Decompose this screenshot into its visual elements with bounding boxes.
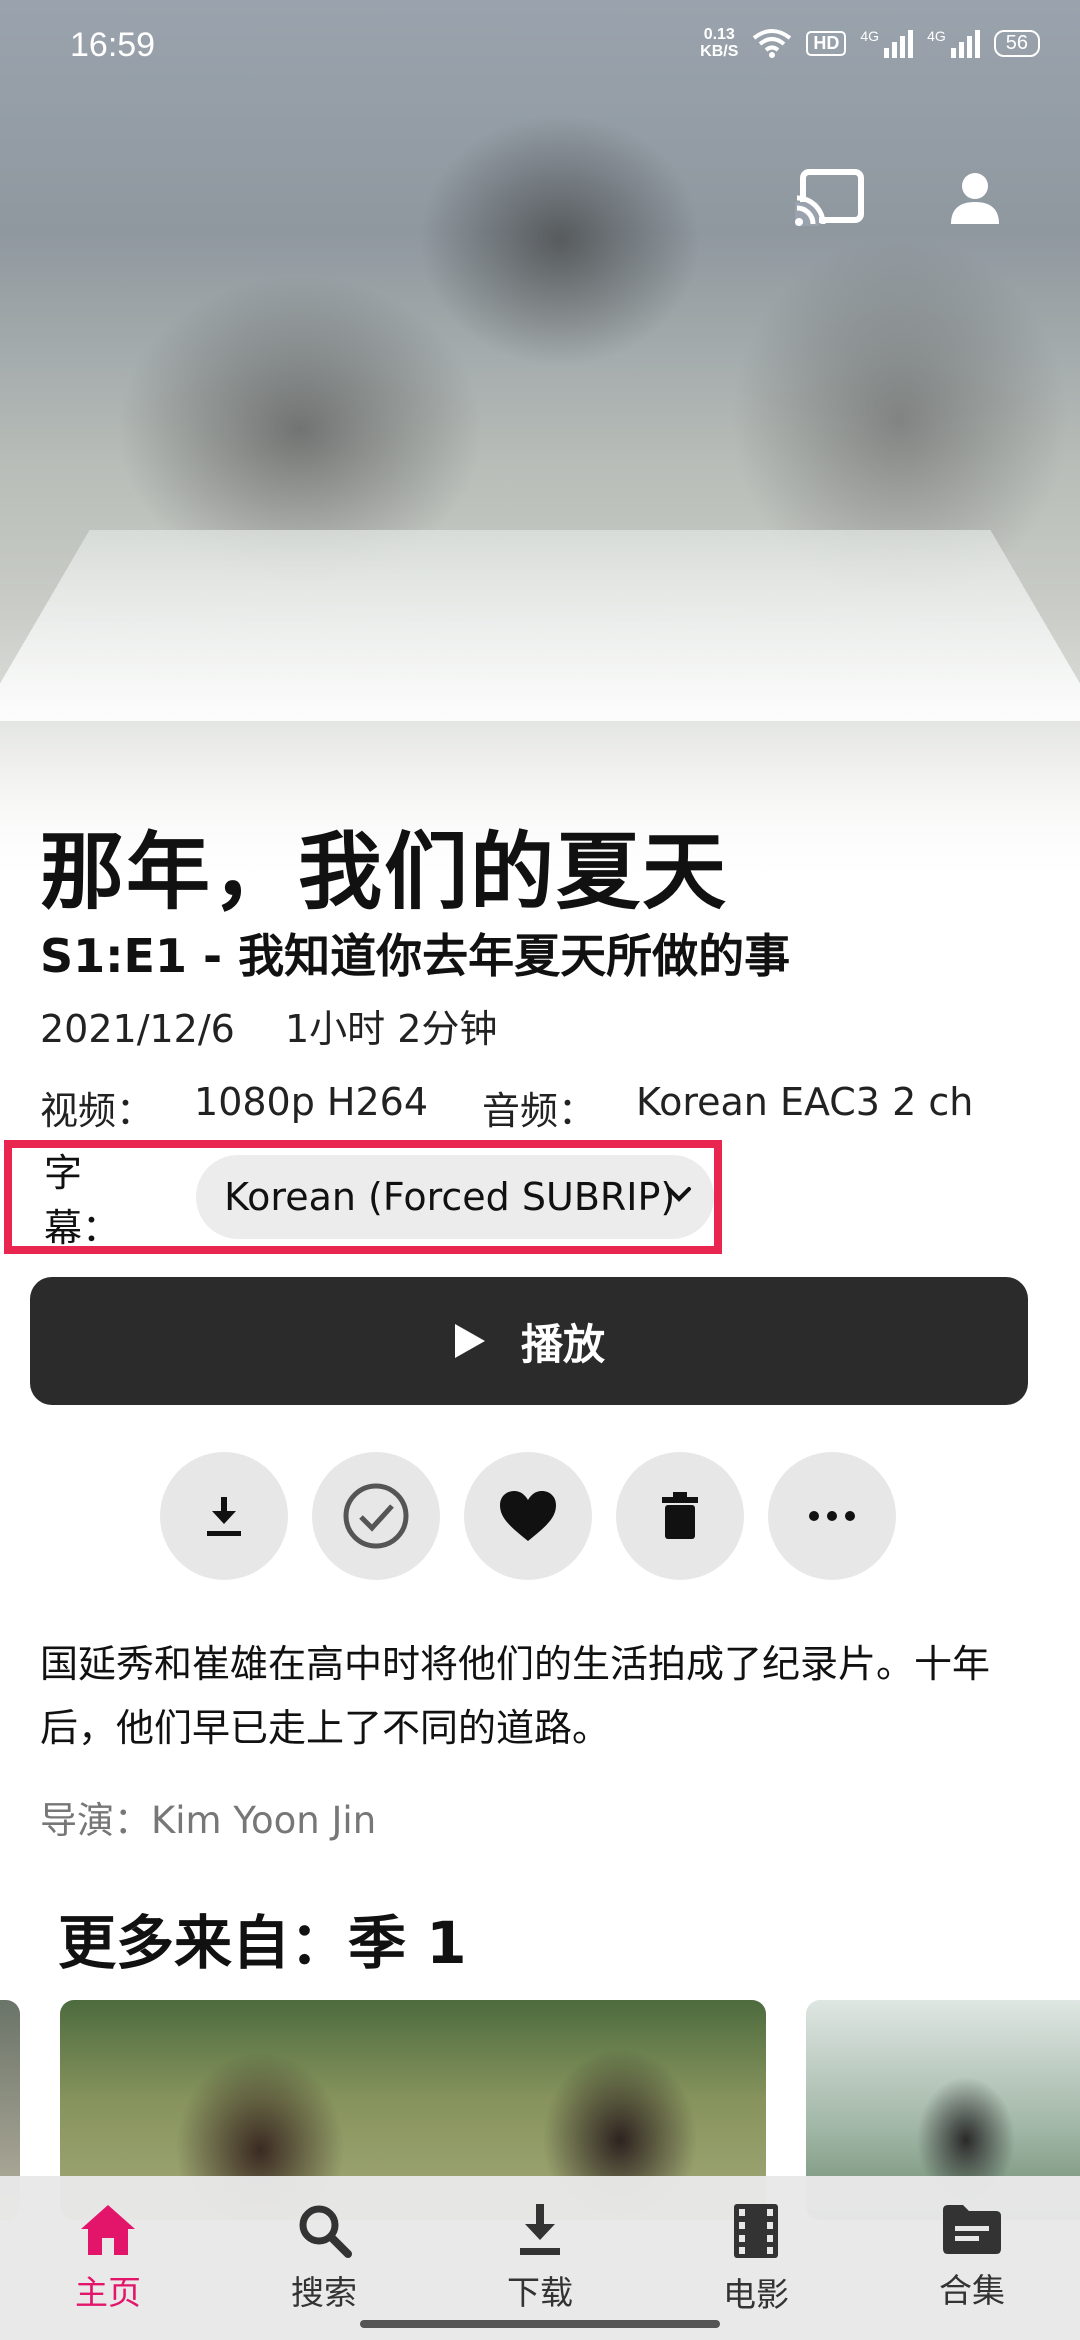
- cast-icon[interactable]: [793, 168, 865, 228]
- media-info: 视频： 1080p H264 音频： Korean EAC3 2 ch: [40, 1080, 973, 1135]
- wifi-icon: [752, 28, 792, 58]
- film-icon: [730, 2202, 782, 2260]
- nav-movies[interactable]: 电影: [648, 2176, 864, 2340]
- nav-home[interactable]: 主页: [0, 2176, 216, 2340]
- battery-icon: 56: [994, 30, 1040, 57]
- episode-title: S1:E1 - 我知道你去年夏天所做的事: [40, 920, 790, 986]
- hd-badge: HD: [806, 31, 846, 56]
- status-bar: 16:59 0.13 KB/S HD 4G 4G 56: [0, 0, 1080, 96]
- signal-label: 4G: [927, 28, 946, 44]
- play-icon: [453, 1322, 487, 1360]
- nav-search-label: 搜索: [291, 2266, 357, 2314]
- signal-icon: 4G: [860, 28, 913, 58]
- action-row: [160, 1452, 896, 1580]
- search-icon: [296, 2202, 352, 2258]
- watched-check-icon: [341, 1481, 411, 1551]
- favorite-heart-icon: [498, 1489, 558, 1543]
- favorite-button[interactable]: [464, 1452, 592, 1580]
- gesture-home-bar[interactable]: [360, 2320, 720, 2328]
- audio-label: 音频：: [482, 1080, 596, 1135]
- play-button[interactable]: 播放: [30, 1277, 1028, 1405]
- director-credit: 导演：Kim Yoon Jin: [40, 1790, 376, 1844]
- signal-icon: 4G: [927, 28, 980, 58]
- subtitle-label: 字幕：: [44, 1142, 156, 1252]
- signal-label: 4G: [860, 28, 879, 44]
- download-icon: [201, 1493, 247, 1539]
- hero-backdrop-image: [0, 0, 1080, 930]
- nav-search[interactable]: 搜索: [216, 2176, 432, 2340]
- more-options-button[interactable]: [768, 1452, 896, 1580]
- subtitle-value: Korean (Forced SUBRIP): [224, 1175, 675, 1219]
- net-speed-unit: KB/S: [700, 43, 738, 60]
- net-speed-value: 0.13: [700, 26, 738, 43]
- audio-value: Korean EAC3 2 ch: [636, 1080, 973, 1135]
- net-speed: 0.13 KB/S: [700, 26, 738, 60]
- delete-icon: [660, 1491, 700, 1541]
- episode-carousel: [0, 2000, 1080, 2200]
- more-icon: [807, 1510, 857, 1522]
- download-icon: [514, 2202, 566, 2258]
- nav-collections-label: 合集: [939, 2264, 1005, 2312]
- more-from-season-heading: 更多来自：季 1: [58, 1896, 467, 1980]
- chevron-down-icon: [662, 1177, 696, 1211]
- mark-watched-button[interactable]: [312, 1452, 440, 1580]
- air-date: 2021/12/6: [40, 1007, 235, 1051]
- bottom-navigation: 主页 搜索 下载 电影 合集: [0, 2176, 1080, 2340]
- play-button-label: 播放: [521, 1311, 605, 1372]
- folder-icon: [941, 2202, 1003, 2256]
- video-label: 视频：: [40, 1080, 154, 1135]
- nav-downloads[interactable]: 下载: [432, 2176, 648, 2340]
- nav-movies-label: 电影: [723, 2268, 789, 2316]
- subtitle-select[interactable]: Korean (Forced SUBRIP): [196, 1155, 714, 1239]
- delete-button[interactable]: [616, 1452, 744, 1580]
- nav-home-label: 主页: [75, 2266, 141, 2314]
- home-icon: [78, 2202, 138, 2258]
- episode-description: 国延秀和崔雄在高中时将他们的生活拍成了纪录片。十年后，他们早已走上了不同的道路。: [40, 1632, 1050, 1760]
- download-button[interactable]: [160, 1452, 288, 1580]
- nav-downloads-label: 下载: [507, 2266, 573, 2314]
- duration: 1小时 2分钟: [285, 1007, 497, 1051]
- subtitle-row-highlight: 字幕： Korean (Forced SUBRIP): [4, 1140, 722, 1254]
- video-value: 1080p H264: [194, 1080, 428, 1135]
- status-icons: 0.13 KB/S HD 4G 4G 56: [700, 26, 1040, 60]
- user-icon[interactable]: [945, 168, 1005, 228]
- episode-meta: 2021/12/6 1小时 2分钟: [40, 998, 535, 1053]
- status-time: 16:59: [70, 26, 155, 65]
- show-title: 那年，我们的夏天: [40, 805, 728, 926]
- nav-collections[interactable]: 合集: [864, 2176, 1080, 2340]
